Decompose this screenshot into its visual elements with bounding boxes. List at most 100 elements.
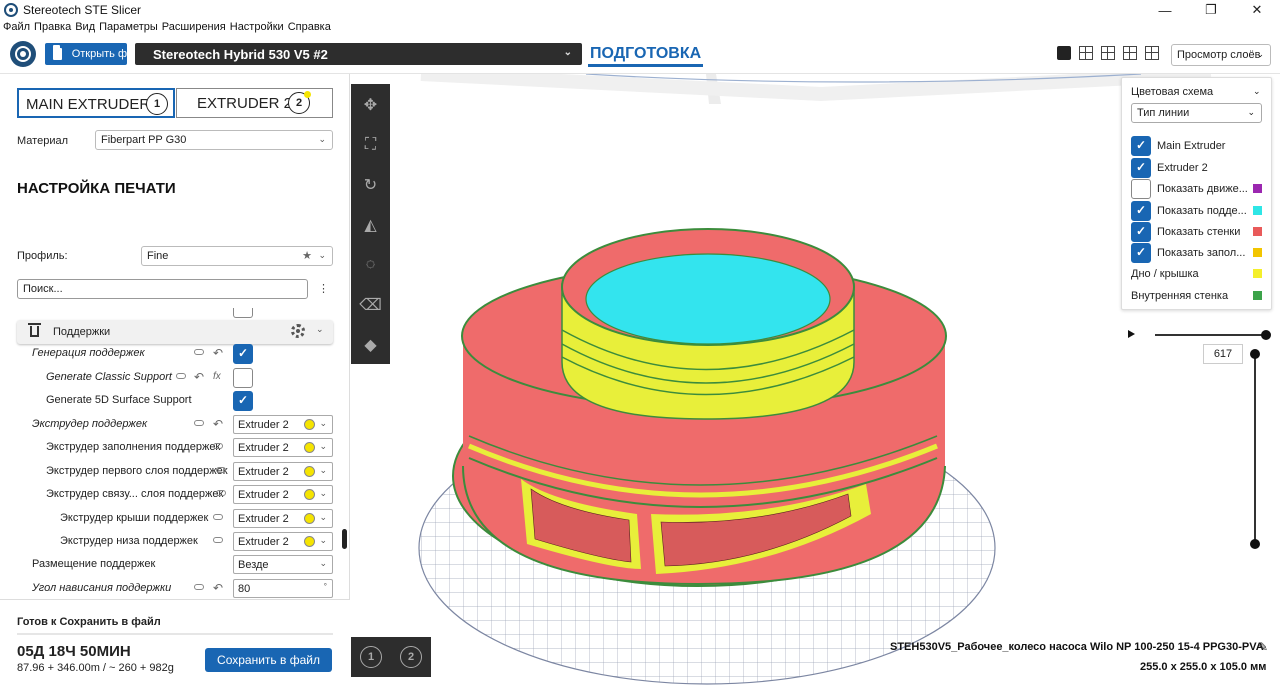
play-icon[interactable]: [1128, 330, 1135, 338]
path-slider-handle[interactable]: [1261, 330, 1271, 340]
extruder-2-selector[interactable]: 2: [391, 637, 431, 677]
top-view-icon[interactable]: [1101, 46, 1115, 60]
minimize-button[interactable]: —: [1142, 0, 1188, 20]
link-icon[interactable]: [176, 373, 186, 379]
support-extruder-select[interactable]: Extruder 2 ⌄: [233, 415, 333, 434]
print-time: 05Д 18Ч 50МИН: [17, 643, 131, 660]
chevron-down-icon: ⌄: [1247, 107, 1255, 117]
move-tool-icon[interactable]: ✥: [360, 94, 381, 115]
tab-prepare[interactable]: ПОДГОТОВКА: [588, 43, 704, 67]
link-icon[interactable]: [194, 420, 204, 426]
setting-label: Экструдер заполнения поддержек: [46, 441, 221, 453]
3d-view-icon[interactable]: [1057, 46, 1071, 60]
print-settings-panel: MAIN EXTRUDER 1 EXTRUDER 2 2 Материал Fi…: [0, 74, 350, 685]
settings-search-input[interactable]: Поиск...: [17, 279, 308, 299]
eraser-tool-icon[interactable]: ⌫: [359, 294, 382, 315]
setting-label: Генерация поддержек: [32, 347, 145, 359]
link-icon[interactable]: [213, 537, 223, 543]
legend-walls: Показать стенки: [1131, 222, 1266, 242]
layer-slider-top-handle[interactable]: [1250, 349, 1260, 359]
support-first-layer-extruder-select[interactable]: Extruder 2 ⌄: [233, 462, 333, 481]
more-options-icon[interactable]: ⋮: [318, 282, 329, 295]
printer-name: Stereotech Hybrid 530 V5 #2: [153, 46, 328, 62]
reset-icon[interactable]: ↶: [213, 417, 223, 431]
chevron-down-icon: ⌄: [318, 250, 326, 260]
5d-surface-support-checkbox[interactable]: [233, 391, 253, 411]
printer-select[interactable]: Stereotech Hybrid 530 V5 #2 ⌄: [135, 43, 582, 65]
front-view-icon[interactable]: [1079, 46, 1093, 60]
extruder-1-selector[interactable]: 1: [351, 637, 391, 677]
chevron-down-icon: ⌄: [1256, 49, 1264, 59]
color-scheme-title[interactable]: Цветовая схема ⌄: [1131, 86, 1261, 98]
checkbox-partial[interactable]: [233, 308, 253, 318]
color-scheme-select[interactable]: Тип линии ⌄: [1131, 103, 1262, 123]
settings-scrollbar[interactable]: [342, 529, 347, 549]
open-file-label: Открыть ф: [71, 48, 127, 60]
menu-help[interactable]: Справка: [288, 21, 331, 33]
close-button[interactable]: ✕: [1234, 0, 1280, 20]
support-angle-input[interactable]: 80 °: [233, 579, 333, 598]
link-icon[interactable]: [213, 443, 223, 449]
support-placement-select[interactable]: Везде ⌄: [233, 555, 333, 574]
maximize-button[interactable]: ❐: [1188, 0, 1234, 20]
cylinder-tool-icon[interactable]: ◌: [360, 254, 381, 275]
link-icon[interactable]: [194, 349, 204, 355]
function-icon[interactable]: fx: [213, 371, 221, 382]
link-icon[interactable]: [216, 467, 226, 473]
profile-select[interactable]: Fine ★ ⌄: [141, 246, 333, 266]
support-color-swatch: [1253, 206, 1262, 215]
mirror-tool-icon[interactable]: ◭: [360, 214, 381, 235]
support-enable-checkbox[interactable]: [233, 344, 253, 364]
support-bottom-extruder-select[interactable]: Extruder 2 ⌄: [233, 532, 333, 551]
link-icon[interactable]: [216, 490, 226, 496]
setting-label: Generate Classic Support: [46, 371, 172, 383]
gear-icon[interactable]: [291, 324, 305, 338]
app-logo: [10, 41, 36, 67]
material-select[interactable]: Fiberpart PP G30 ⌄: [95, 130, 333, 150]
extruder-1-icon: 1: [360, 646, 382, 668]
show-supports-checkbox[interactable]: [1131, 201, 1151, 221]
menu-extensions[interactable]: Расширения: [162, 21, 226, 33]
show-travels-checkbox[interactable]: [1131, 179, 1151, 199]
extruder-2-checkbox[interactable]: [1131, 158, 1151, 178]
left-view-icon[interactable]: [1123, 46, 1137, 60]
star-icon[interactable]: ★: [302, 249, 312, 262]
link-icon[interactable]: [194, 584, 204, 590]
show-infill-checkbox[interactable]: [1131, 243, 1151, 263]
show-walls-checkbox[interactable]: [1131, 222, 1151, 242]
menu-parameters[interactable]: Параметры: [99, 21, 158, 33]
support-blocker-tool-icon[interactable]: ◆: [360, 334, 381, 355]
tab-main-extruder[interactable]: MAIN EXTRUDER 1: [17, 88, 175, 118]
right-view-icon[interactable]: [1145, 46, 1159, 60]
tab-extruder-2[interactable]: EXTRUDER 2 2: [176, 88, 333, 118]
setting-label: Экструдер низа поддержек: [60, 535, 198, 547]
classic-support-checkbox[interactable]: [233, 368, 253, 388]
scale-tool-icon[interactable]: ⛶: [360, 134, 381, 155]
view-mode-label: Просмотр слоёв: [1177, 49, 1261, 61]
main-extruder-checkbox[interactable]: [1131, 136, 1151, 156]
save-to-file-button[interactable]: Сохранить в файл: [205, 648, 332, 672]
menu-edit[interactable]: Правка: [34, 21, 71, 33]
path-slider[interactable]: [1155, 334, 1267, 336]
link-icon[interactable]: [213, 514, 223, 520]
material-usage: 87.96 + 346.00m / ~ 260 + 982g: [17, 662, 174, 674]
layer-slider[interactable]: [1254, 354, 1256, 544]
menu-file[interactable]: Файл: [3, 21, 30, 33]
support-roof-extruder-select[interactable]: Extruder 2 ⌄: [233, 509, 333, 528]
layer-slider-bottom-handle[interactable]: [1250, 539, 1260, 549]
setting-support-first-layer-extruder: Экструдер первого слоя поддержек Extrude…: [0, 462, 340, 482]
current-layer-input[interactable]: 617: [1203, 344, 1243, 364]
extruder-1-badge: 1: [146, 93, 168, 115]
reset-icon[interactable]: ↶: [213, 346, 223, 360]
support-infill-extruder-select[interactable]: Extruder 2 ⌄: [233, 438, 333, 457]
menu-view[interactable]: Вид: [75, 21, 95, 33]
pencil-icon[interactable]: ✎: [1258, 640, 1268, 654]
reset-icon[interactable]: ↶: [194, 370, 204, 384]
view-mode-select[interactable]: Просмотр слоёв ⌄: [1171, 44, 1271, 66]
reset-icon[interactable]: ↶: [213, 581, 223, 595]
rotate-tool-icon[interactable]: ↻: [360, 174, 381, 195]
category-supports[interactable]: Поддержки ⌄: [17, 320, 333, 344]
open-file-button[interactable]: Открыть ф: [45, 43, 127, 65]
menu-settings[interactable]: Настройки: [230, 21, 284, 33]
support-interface-extruder-select[interactable]: Extruder 2 ⌄: [233, 485, 333, 504]
